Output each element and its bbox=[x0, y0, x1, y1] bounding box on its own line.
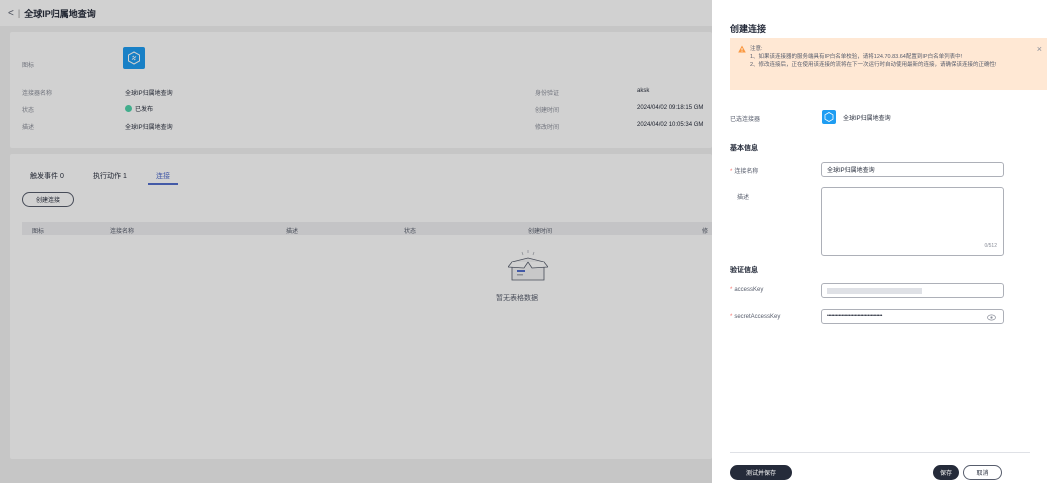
secret-key-label: * secretAccessKey bbox=[730, 314, 781, 320]
footer-divider bbox=[730, 452, 1030, 453]
close-icon[interactable]: × bbox=[1037, 44, 1042, 54]
alert-message: 注意: 1、如果该连接器的服务端具有IP白名单校验，请将124.70.83.64… bbox=[750, 45, 1040, 69]
connector-icon-small bbox=[822, 110, 836, 124]
test-and-save-button[interactable]: 测试并保存 bbox=[730, 465, 792, 480]
access-key-label: * accessKey bbox=[730, 287, 764, 293]
basic-info-title: 基本信息 bbox=[730, 145, 758, 152]
alert-heading: 注意: bbox=[750, 46, 763, 52]
description-textarea[interactable]: 0/512 bbox=[821, 187, 1004, 256]
char-counter: 0/512 bbox=[984, 243, 997, 249]
connection-name-input[interactable] bbox=[821, 162, 1004, 177]
connection-name-label: * 连接名称 bbox=[730, 169, 759, 175]
secret-key-input[interactable]: •••••••••••••••••••••••••••••••••••••• bbox=[821, 309, 1004, 324]
eye-icon[interactable] bbox=[987, 313, 996, 326]
access-key-input[interactable] bbox=[821, 283, 1004, 298]
selected-connector-label: 已选连接器 bbox=[730, 117, 761, 123]
description-label: 描述 bbox=[737, 195, 750, 201]
save-button[interactable]: 保存 bbox=[933, 465, 959, 480]
warning-icon bbox=[738, 45, 746, 53]
drawer-title: 创建连接 bbox=[730, 24, 767, 34]
selected-connector-name: 全球IP归属地查询 bbox=[843, 116, 891, 122]
alert-line-1: 1、如果该连接器的服务端具有IP白名单校验，请将124.70.83.64配置到I… bbox=[750, 54, 963, 60]
create-connection-drawer: 创建连接 注意: 1、如果该连接器的服务端具有IP白名单校验，请将124.70.… bbox=[712, 0, 1047, 483]
secret-key-value: •••••••••••••••••••••••••••••••••••••• bbox=[827, 313, 883, 319]
modal-overlay[interactable] bbox=[0, 0, 712, 483]
masked-value bbox=[827, 288, 922, 294]
cancel-button[interactable]: 取消 bbox=[963, 465, 1002, 480]
auth-info-title: 验证信息 bbox=[730, 267, 758, 274]
background-page: < | 全球IP归属地查询 图标 连接器名称 全球IP归属地查询 状态 已发布 … bbox=[0, 0, 712, 483]
hexagon-link-icon bbox=[824, 112, 834, 122]
warning-alert: 注意: 1、如果该连接器的服务端具有IP白名单校验，请将124.70.83.64… bbox=[730, 38, 1047, 90]
alert-line-2: 2、修改连接后，正在使用该连接的流将在下一次运行时自动使用最新的连接，请确保该连… bbox=[750, 62, 997, 68]
